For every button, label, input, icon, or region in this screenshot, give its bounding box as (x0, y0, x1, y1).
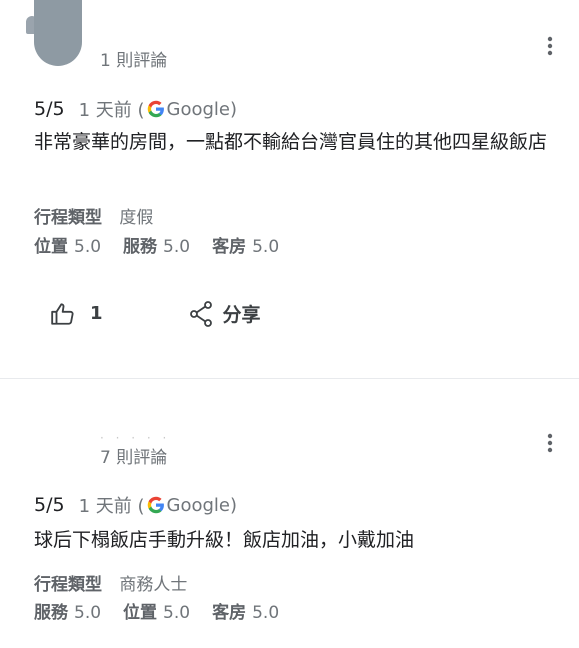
review-card: 1 則評論 5/5 1 天前 ( Google) 非常豪華的房間，一點都不輸給台… (0, 0, 579, 378)
sub-ratings: 服務 5.0 位置 5.0 客房 5.0 (34, 598, 301, 623)
sub-rating-value: 5.0 (74, 237, 102, 257)
review-text: 非常豪華的房間，一點都不輸給台灣官員住的其他四星級飯店 (34, 131, 548, 153)
reviewer-review-count: 7 則評論 (100, 448, 168, 468)
sub-rating-value: 5.0 (252, 237, 280, 257)
rating-row: 5/5 1 天前 ( Google) (34, 492, 237, 518)
reviewer-review-count: 1 則評論 (100, 51, 168, 71)
sub-rating: 服務 5.0 (34, 598, 101, 623)
review-text: 球后下榻飯店手動升級！飯店加油，小戴加油 (34, 529, 415, 551)
review-actions: 1 分享 (50, 300, 261, 327)
trip-type-value: 度假 (119, 208, 154, 228)
more-options-button[interactable] (538, 431, 562, 455)
more-vert-icon (547, 433, 553, 453)
google-icon (147, 496, 164, 514)
sub-rating: 服務 5.0 (123, 232, 190, 257)
share-button[interactable]: 分享 (189, 300, 261, 327)
review-score: 5/5 (34, 98, 65, 120)
avatar[interactable] (34, 0, 82, 66)
sub-rating-label: 客房 (212, 237, 247, 257)
sub-rating-label: 位置 (123, 603, 158, 623)
rating-row: 5/5 1 天前 ( Google) (34, 96, 237, 122)
sub-rating-value: 5.0 (74, 603, 102, 623)
trip-type-value: 商務人士 (119, 575, 188, 595)
review-score: 5/5 (34, 494, 65, 516)
sub-rating-value: 5.0 (163, 237, 191, 257)
trip-type: 行程類型 度假 (34, 203, 153, 228)
trip-type: 行程類型 商務人士 (34, 570, 187, 595)
trip-type-label: 行程類型 (34, 575, 102, 595)
share-label: 分享 (222, 304, 261, 326)
review-card: · · · · · 7 則評論 5/5 1 天前 ( Google) 球后下榻飯… (0, 379, 579, 648)
share-icon (189, 300, 212, 327)
more-vert-icon (547, 36, 553, 56)
more-options-button[interactable] (538, 34, 562, 58)
sub-rating-label: 位置 (34, 237, 68, 257)
review-time: 1 天前 ( (78, 496, 145, 517)
sub-rating: 位置 5.0 (123, 598, 190, 623)
sub-rating-label: 服務 (123, 237, 158, 257)
sub-rating-value: 5.0 (252, 603, 280, 623)
sub-rating-value: 5.0 (163, 603, 191, 623)
thumb-up-icon (51, 302, 74, 325)
sub-ratings: 位置 5.0 服務 5.0 客房 5.0 (34, 232, 301, 257)
sub-rating-label: 服務 (34, 603, 68, 623)
like-button[interactable]: 1 (50, 301, 103, 327)
trip-type-label: 行程類型 (34, 208, 102, 228)
review-time: 1 天前 ( (78, 100, 145, 121)
sub-rating: 位置 5.0 (34, 232, 101, 257)
sub-rating-label: 客房 (212, 603, 247, 623)
like-count: 1 (90, 303, 103, 324)
review-source: Google) (166, 98, 238, 120)
review-source: Google) (166, 494, 238, 516)
sub-rating: 客房 5.0 (212, 232, 279, 257)
google-icon (147, 100, 164, 118)
sub-rating: 客房 5.0 (212, 598, 279, 623)
